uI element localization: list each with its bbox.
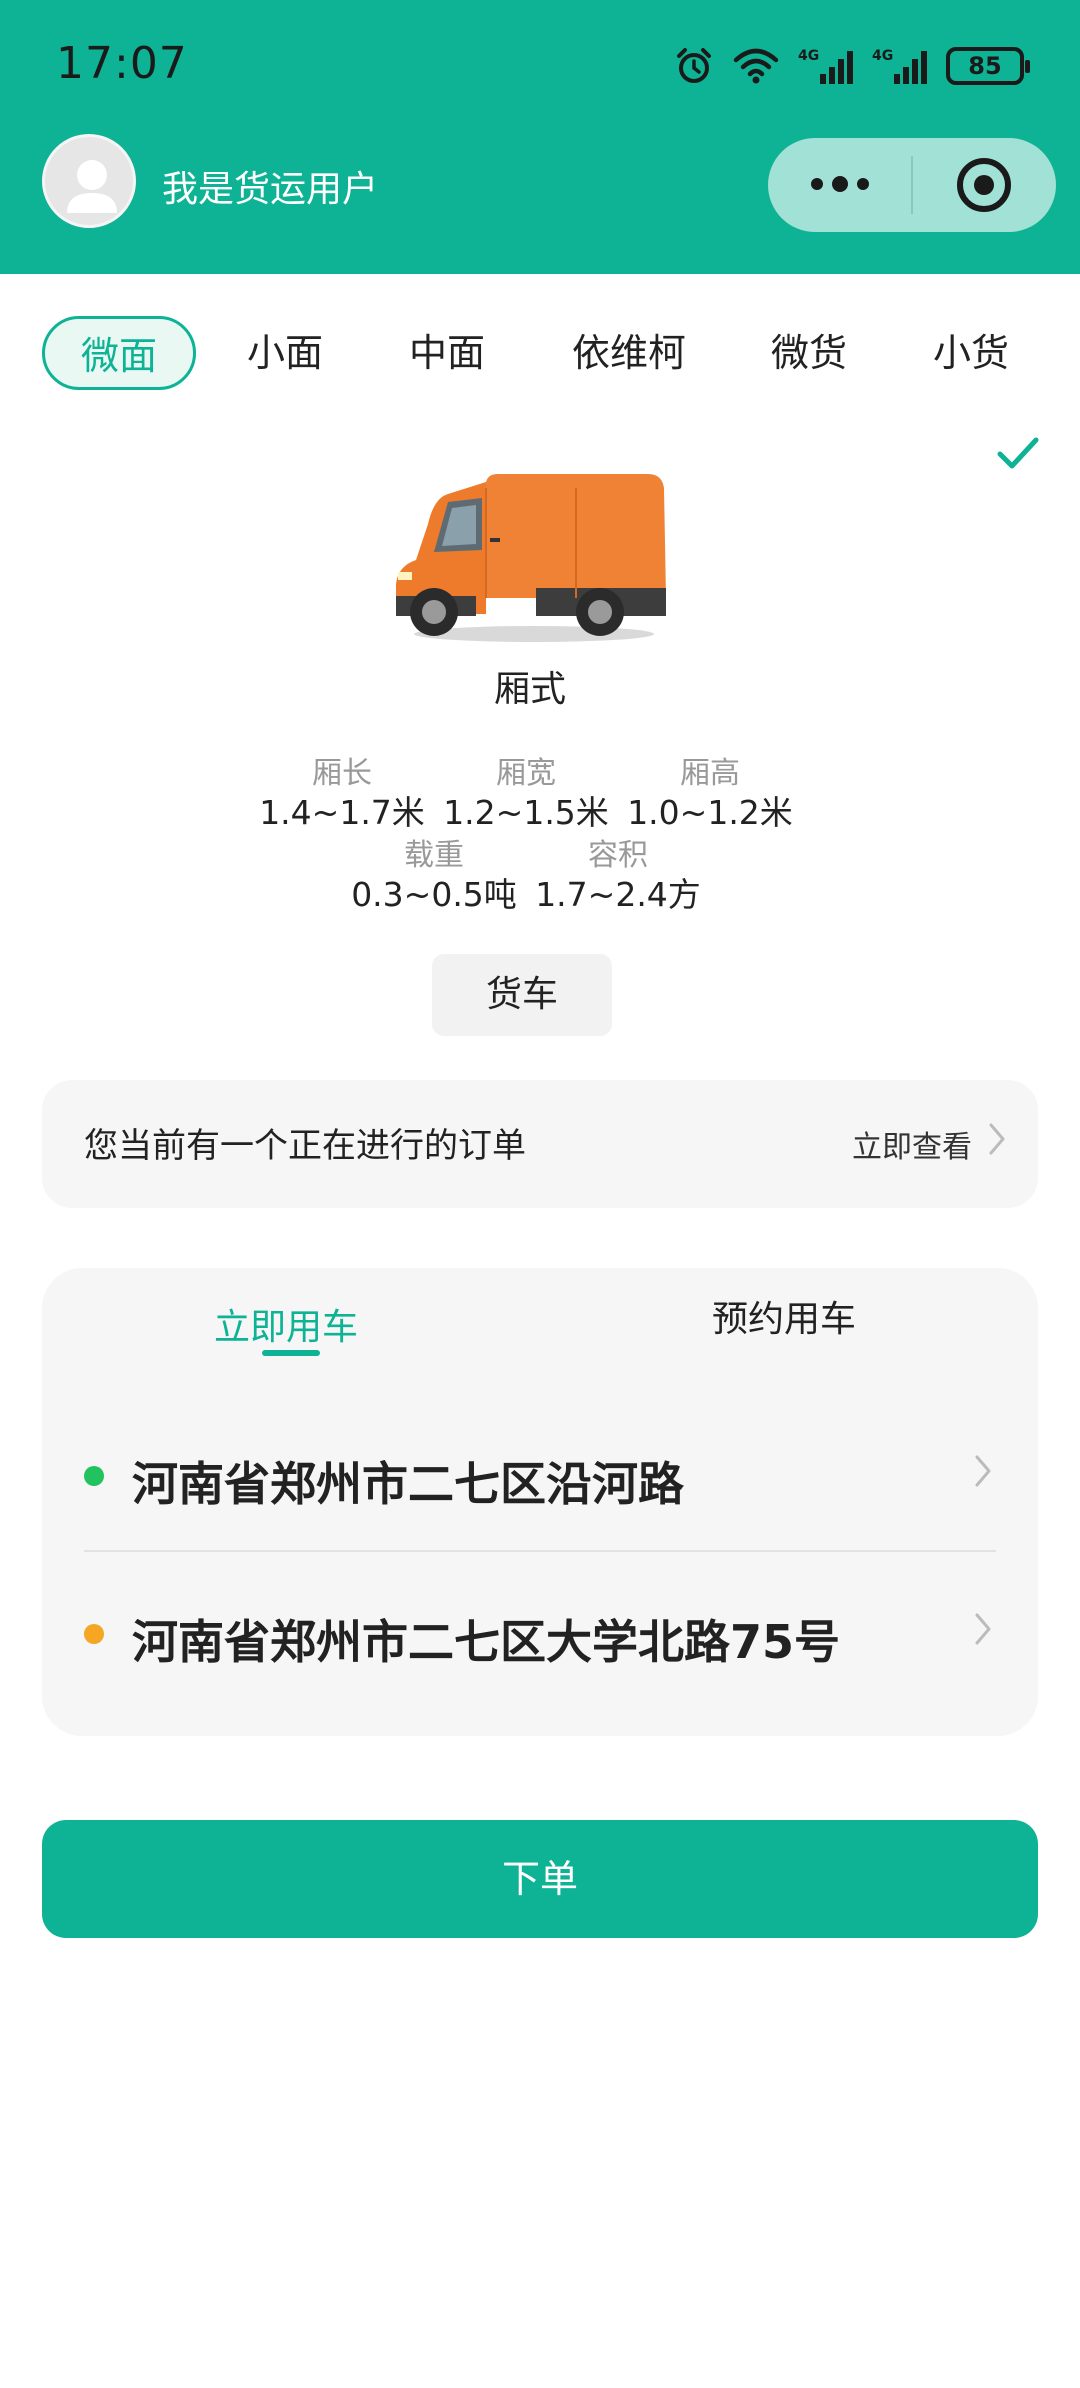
status-icons: 4G 4G 85 (674, 42, 1030, 90)
signal-4g-icon: 4G (798, 48, 853, 84)
pickup-address: 河南省郑州市二七区沿河路 (132, 1457, 684, 1511)
tab-medium-van[interactable]: 中面 (394, 316, 500, 390)
spec-value-load: 0.3~0.5吨 (351, 875, 517, 914)
check-icon (997, 437, 1039, 469)
signal-4g-icon: 4G (872, 48, 927, 84)
tab-use-now[interactable]: 立即用车 (214, 1298, 358, 1350)
more-dots-icon (810, 176, 869, 192)
ongoing-order-text: 您当前有一个正在进行的订单 (84, 1126, 526, 1166)
svg-text:4G: 4G (798, 48, 819, 64)
vehicle-tabs: 微面 小面 中面 依维柯 微货 小货 (0, 310, 1080, 396)
dropoff-address: 河南省郑州市二七区大学北路75号 (132, 1615, 841, 1669)
tab-small-van[interactable]: 小面 (232, 316, 338, 390)
address-divider (84, 1550, 996, 1552)
vehicle-type: 厢式 (493, 669, 566, 710)
place-order-button[interactable]: 下单 (42, 1820, 1038, 1938)
app-header: 17:07 4G 4G 85 我是货运用户 (0, 0, 1080, 274)
mini-program-capsule (768, 138, 1056, 232)
avatar[interactable] (42, 134, 136, 228)
spec-value-height: 1.0~1.2米 (627, 793, 793, 832)
trip-card: 立即用车 预约用车 河南省郑州市二七区沿河路 河南省郑州市二七区大学北路75号 (42, 1268, 1038, 1736)
active-tab-indicator (262, 1350, 320, 1356)
close-button[interactable] (913, 138, 1056, 232)
ongoing-order-card[interactable]: 您当前有一个正在进行的订单 立即查看 (42, 1080, 1038, 1208)
view-order-link[interactable]: 立即查看 (852, 1122, 972, 1166)
van-image (396, 474, 666, 642)
tab-iveco[interactable]: 依维柯 (556, 316, 702, 390)
tab-micro-truck[interactable]: 微货 (756, 316, 862, 390)
spec-value-width: 1.2~1.5米 (443, 793, 609, 832)
chevron-right-icon (975, 1455, 991, 1487)
pickup-address-row[interactable]: 河南省郑州市二七区沿河路 (42, 1414, 1038, 1534)
user-name: 我是货运用户 (162, 169, 379, 210)
wifi-icon (733, 48, 779, 84)
more-button[interactable] (768, 138, 911, 232)
tab-reserve[interactable]: 预约用车 (712, 1290, 856, 1342)
truck-category-button[interactable]: 货车 (432, 954, 612, 1036)
chevron-right-icon (989, 1123, 1005, 1155)
dropoff-dot (84, 1624, 104, 1644)
target-close-icon (957, 158, 1012, 212)
dropoff-address-row[interactable]: 河南省郑州市二七区大学北路75号 (42, 1572, 1038, 1692)
alarm-icon (677, 48, 711, 83)
spec-value-length: 1.4~1.7米 (259, 793, 425, 832)
chevron-right-icon (975, 1613, 991, 1645)
user-icon (67, 160, 117, 213)
battery-icon: 85 (946, 47, 1030, 85)
svg-text:4G: 4G (872, 48, 893, 64)
status-time: 17:07 (56, 38, 188, 89)
tab-small-truck[interactable]: 小货 (918, 316, 1024, 390)
tab-micro-van[interactable]: 微面 (42, 316, 196, 390)
spec-value-volume: 1.7~2.4方 (535, 875, 701, 914)
pickup-dot (84, 1466, 104, 1486)
